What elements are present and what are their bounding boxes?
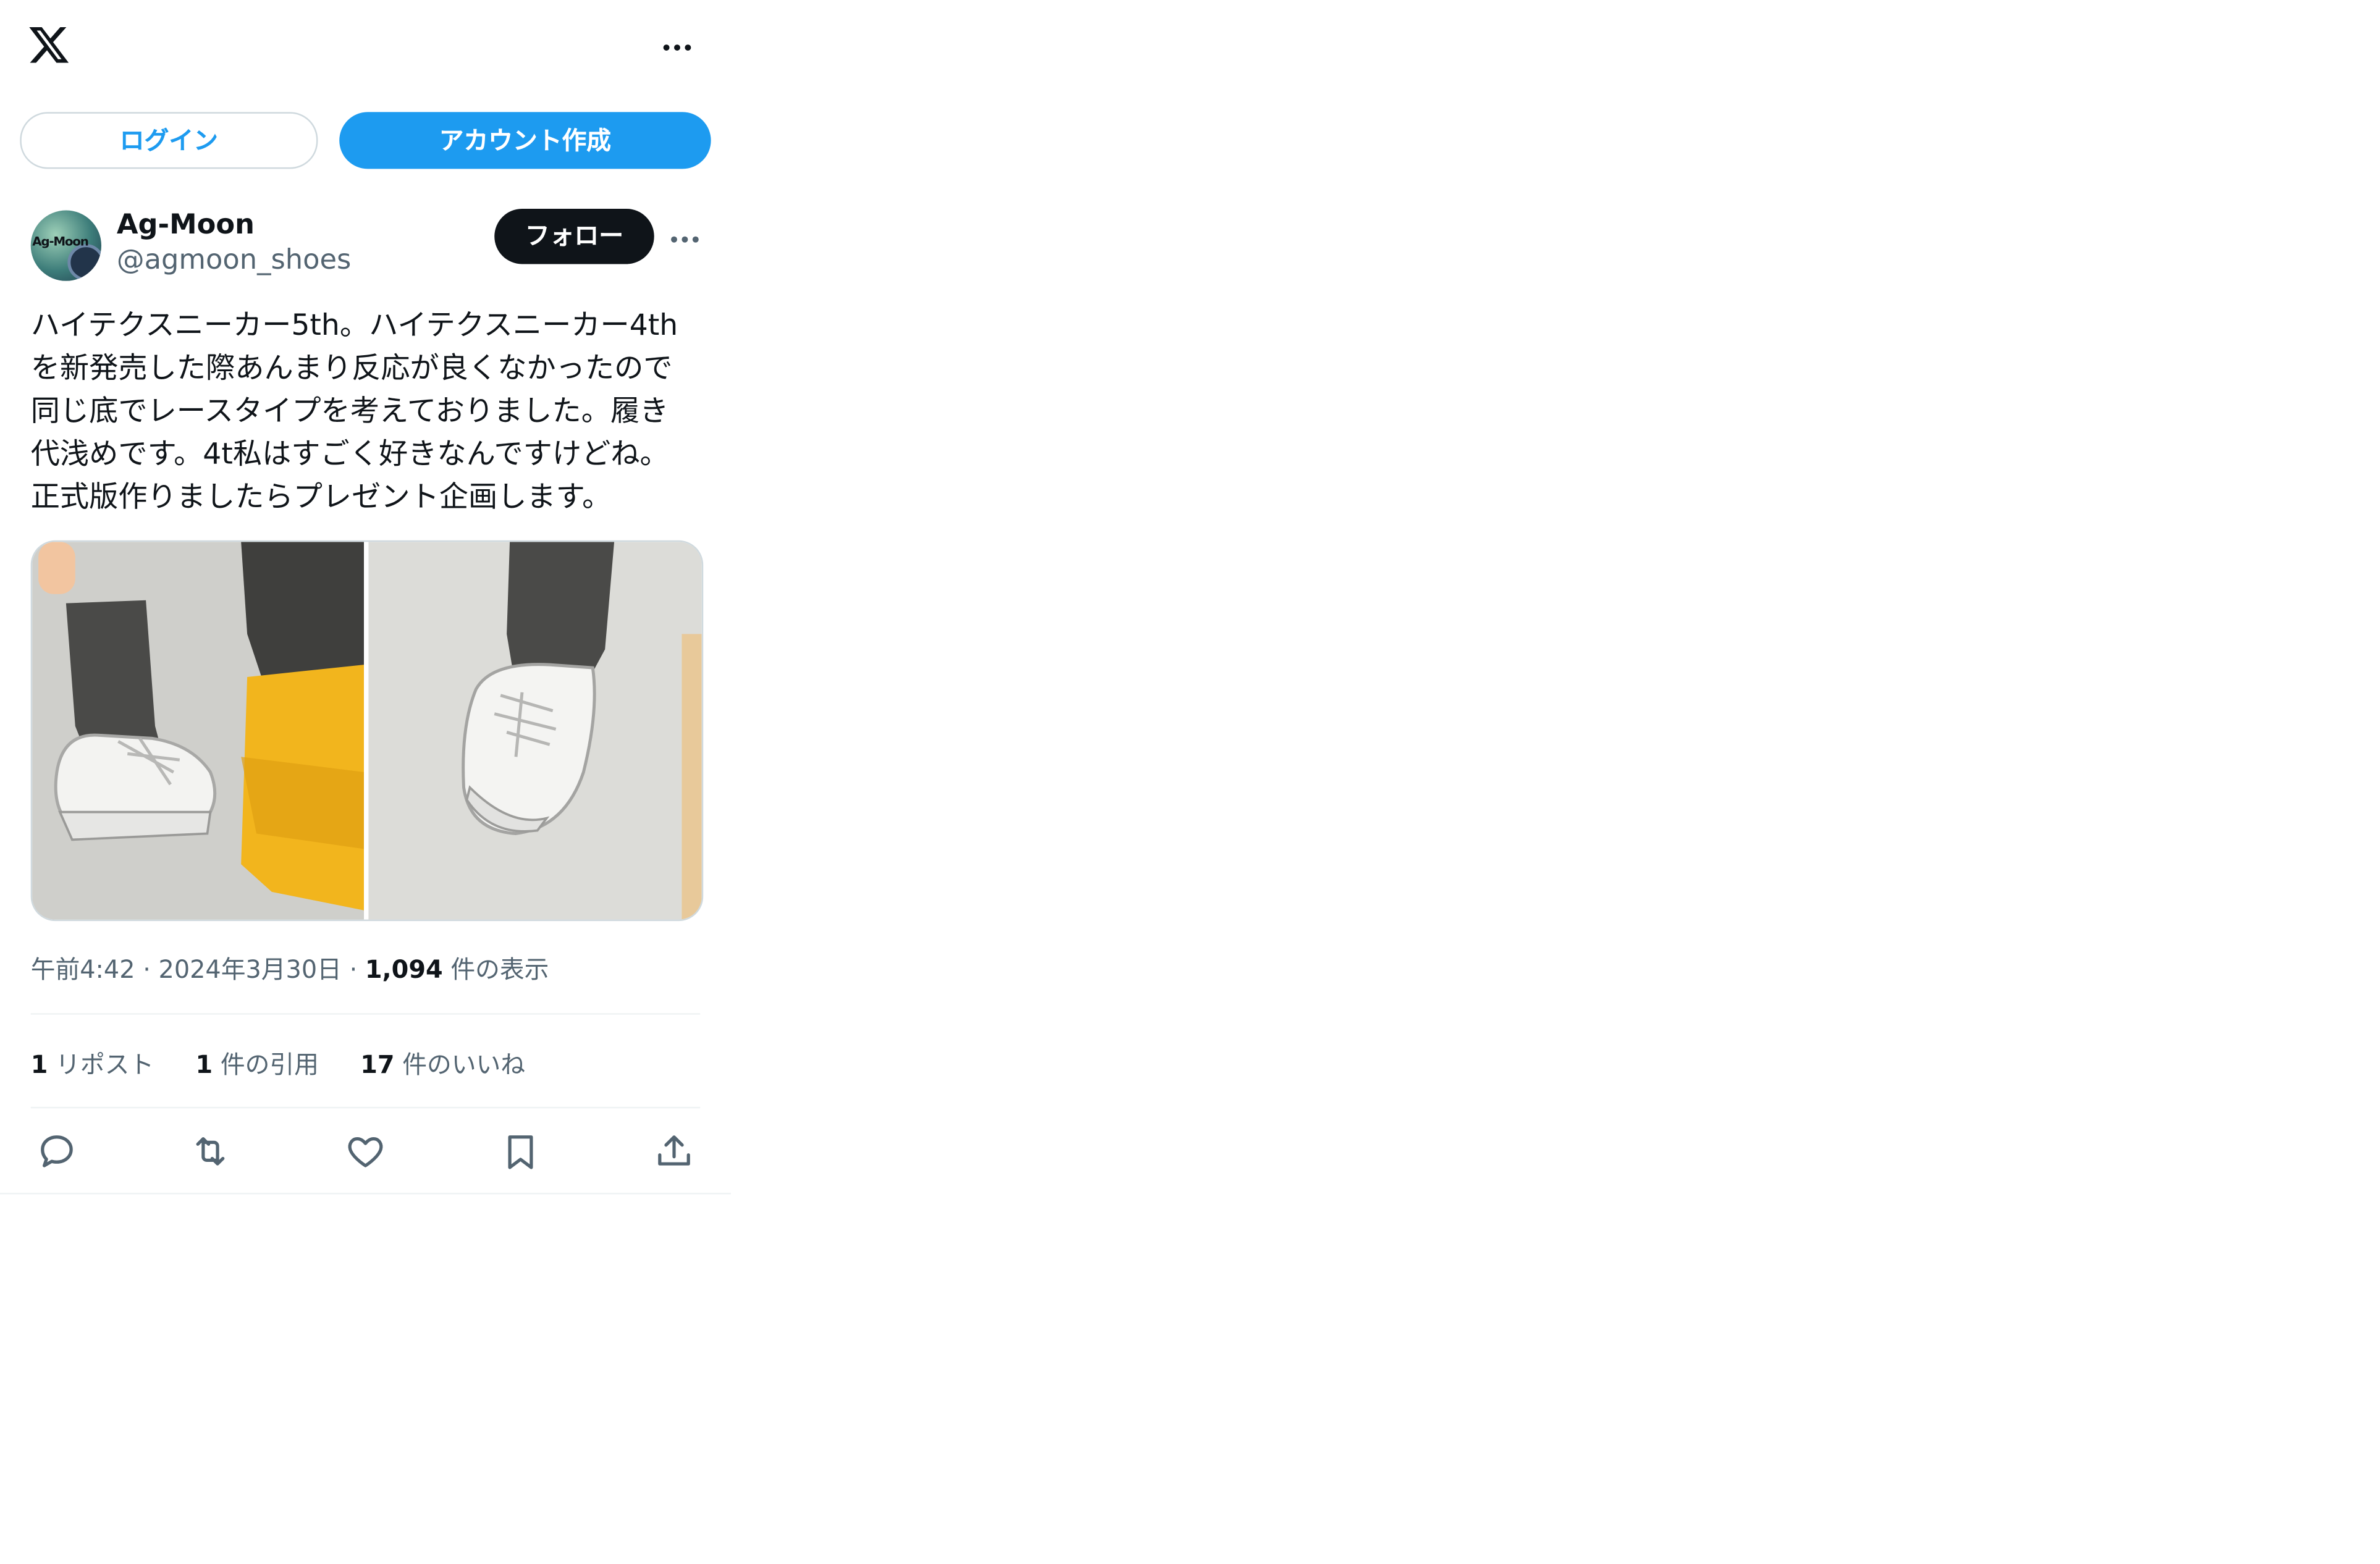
reply-icon[interactable] xyxy=(35,1130,78,1173)
follow-button[interactable]: フォロー xyxy=(494,208,654,264)
tweet-actions xyxy=(31,1127,701,1176)
share-icon[interactable] xyxy=(652,1130,696,1173)
tweet-text: ハイテクスニーカー5th。ハイテクスニーカー4th を新発売した際あんまり反応が… xyxy=(30,308,678,515)
doll-foot-photo-right xyxy=(368,542,702,920)
bookmark-icon[interactable] xyxy=(499,1130,542,1173)
media-photo-2[interactable] xyxy=(368,542,702,920)
auth-buttons: ログイン アカウント作成 xyxy=(20,112,711,169)
author-name[interactable]: Ag-Moon xyxy=(117,209,255,241)
page: ログイン アカウント作成 Ag-Moon Ag-Moon @agmoon_sho… xyxy=(0,0,2380,1563)
x-logo-icon[interactable] xyxy=(28,23,71,66)
retweet-icon[interactable] xyxy=(189,1130,232,1173)
quotes-count: 1 xyxy=(195,1049,213,1080)
avatar[interactable]: Ag-Moon xyxy=(30,210,102,281)
media-photo-1[interactable] xyxy=(32,542,364,920)
reposts-stat[interactable]: 1 リポスト xyxy=(31,1044,154,1081)
tweet-date[interactable]: 2024年3月30日 xyxy=(159,955,342,984)
author-handle[interactable]: @agmoon_shoes xyxy=(117,244,351,276)
reposts-label: リポスト xyxy=(56,1049,154,1080)
avatar-logo-text: Ag-Moon xyxy=(32,235,89,249)
reposts-count: 1 xyxy=(30,1049,48,1080)
more-horizontal-icon[interactable] xyxy=(660,28,701,65)
likes-count: 17 xyxy=(360,1049,395,1080)
like-icon[interactable] xyxy=(344,1130,387,1173)
tweet-media xyxy=(30,540,704,922)
doll-foot-photo-left xyxy=(32,542,364,920)
likes-stat[interactable]: 17 件のいいね xyxy=(360,1044,525,1081)
divider xyxy=(30,1013,701,1015)
quotes-label: 件の引用 xyxy=(220,1049,319,1080)
meta-separator: · xyxy=(349,954,358,985)
divider xyxy=(30,1106,701,1109)
signup-button[interactable]: アカウント作成 xyxy=(339,112,711,169)
tweet-bottom-border xyxy=(0,1193,731,1195)
tweet-meta: 午前4:42 · 2024年3月30日 · 1,094 件の表示 xyxy=(31,949,549,986)
login-button[interactable]: ログイン xyxy=(20,112,318,169)
tweet-more-icon[interactable] xyxy=(668,219,705,250)
likes-label: 件のいいね xyxy=(402,1049,526,1080)
tweet-time[interactable]: 午前4:42 xyxy=(31,955,135,984)
avatar-emblem xyxy=(67,244,102,281)
views-count: 1,094 xyxy=(365,954,443,985)
meta-separator: · xyxy=(143,954,151,985)
quotes-stat[interactable]: 1 件の引用 xyxy=(195,1044,318,1081)
top-bar xyxy=(0,0,731,92)
views-label: 件の表示 xyxy=(450,954,549,985)
tweet-stats: 1 リポスト 1 件の引用 17 件のいいね xyxy=(31,1044,559,1081)
